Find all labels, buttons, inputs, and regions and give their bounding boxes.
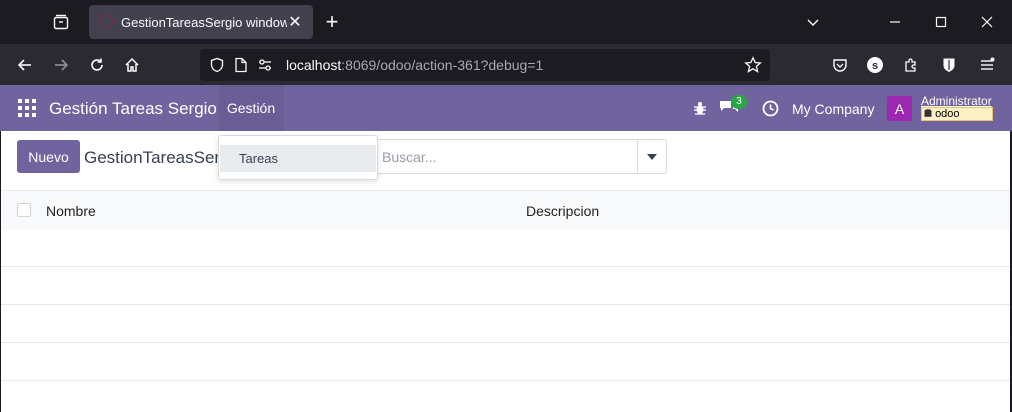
activity-clock-icon[interactable]: [762, 100, 779, 117]
extensions-puzzle-icon[interactable]: [896, 50, 926, 80]
bookmark-star-icon[interactable]: [742, 54, 764, 76]
svg-text:s: s: [872, 60, 878, 72]
browser-nav-bar: localhost:8069/odoo/action-361?debug=1 s: [0, 44, 1012, 85]
table-row: [1, 381, 1010, 412]
table-row: [1, 305, 1010, 343]
pocket-icon[interactable]: [825, 50, 855, 80]
forward-arrow-icon[interactable]: [46, 50, 76, 80]
company-switcher[interactable]: My Company: [792, 101, 874, 117]
home-icon[interactable]: [117, 50, 147, 80]
apps-menu-icon[interactable]: [18, 99, 36, 117]
tab-list-icon[interactable]: [46, 8, 76, 36]
account-s-icon[interactable]: s: [860, 50, 890, 80]
shield-icon[interactable]: [206, 54, 228, 76]
debug-bug-icon[interactable]: [692, 100, 708, 116]
database-icon: [924, 109, 932, 117]
menu-gestion[interactable]: Gestión: [218, 85, 284, 131]
select-all-checkbox[interactable]: [17, 203, 31, 217]
table-row: [1, 267, 1010, 305]
minimize-icon[interactable]: [872, 0, 918, 44]
column-header-descripcion[interactable]: Descripcion: [526, 203, 599, 219]
url-bar[interactable]: localhost:8069/odoo/action-361?debug=1: [200, 49, 770, 81]
close-tab-icon[interactable]: ✕: [287, 12, 303, 32]
table-header: Nombre Descripcion: [1, 190, 1010, 229]
browser-tab[interactable]: GestionTareasSergio window ✕: [89, 5, 313, 39]
url-host: localhost: [286, 57, 342, 73]
user-name[interactable]: Administrator: [921, 94, 992, 108]
reload-icon[interactable]: [82, 50, 112, 80]
new-record-button[interactable]: Nuevo: [17, 140, 80, 173]
page-icon[interactable]: [230, 54, 252, 76]
odoo-navbar: Gestión Tareas Sergio Gestión My Company…: [0, 85, 1012, 131]
user-avatar[interactable]: A: [887, 96, 912, 121]
column-header-nombre[interactable]: Nombre: [46, 203, 96, 219]
password-manager-shield-icon[interactable]: [934, 50, 964, 80]
permissions-icon[interactable]: [254, 54, 276, 76]
browser-tab-strip: GestionTareasSergio window ✕ +: [0, 0, 1012, 44]
caret-down-icon: [647, 153, 657, 160]
tab-title: GestionTareasSergio window: [121, 14, 287, 30]
maximize-icon[interactable]: [918, 0, 964, 44]
app-brand-title[interactable]: Gestión Tareas Sergio: [49, 99, 217, 119]
menu-item-tareas[interactable]: Tareas: [220, 145, 376, 172]
url-path: :8069/odoo/action-361?debug=1: [341, 57, 544, 73]
search-panel: [371, 139, 667, 174]
tab-overflow-chevron-icon[interactable]: [790, 0, 836, 44]
tab-favicon-icon: [99, 15, 113, 29]
list-view: Nuevo GestionTareasSergio Nombre Descrip…: [1, 131, 1010, 412]
close-window-icon[interactable]: [964, 0, 1010, 44]
table-row: [1, 229, 1010, 267]
url-text[interactable]: localhost:8069/odoo/action-361?debug=1: [286, 57, 543, 73]
back-arrow-icon[interactable]: [10, 50, 40, 80]
new-tab-icon[interactable]: +: [318, 8, 346, 36]
table-row: [1, 343, 1010, 381]
database-name: odoo: [935, 108, 960, 120]
search-options-toggle[interactable]: [637, 140, 666, 173]
chat-counter-badge: 3: [731, 95, 747, 109]
database-badge: odoo: [921, 107, 993, 121]
app-menu-icon[interactable]: [972, 50, 1002, 80]
search-input[interactable]: [372, 140, 637, 173]
gestion-dropdown-menu: Tareas: [218, 135, 378, 180]
